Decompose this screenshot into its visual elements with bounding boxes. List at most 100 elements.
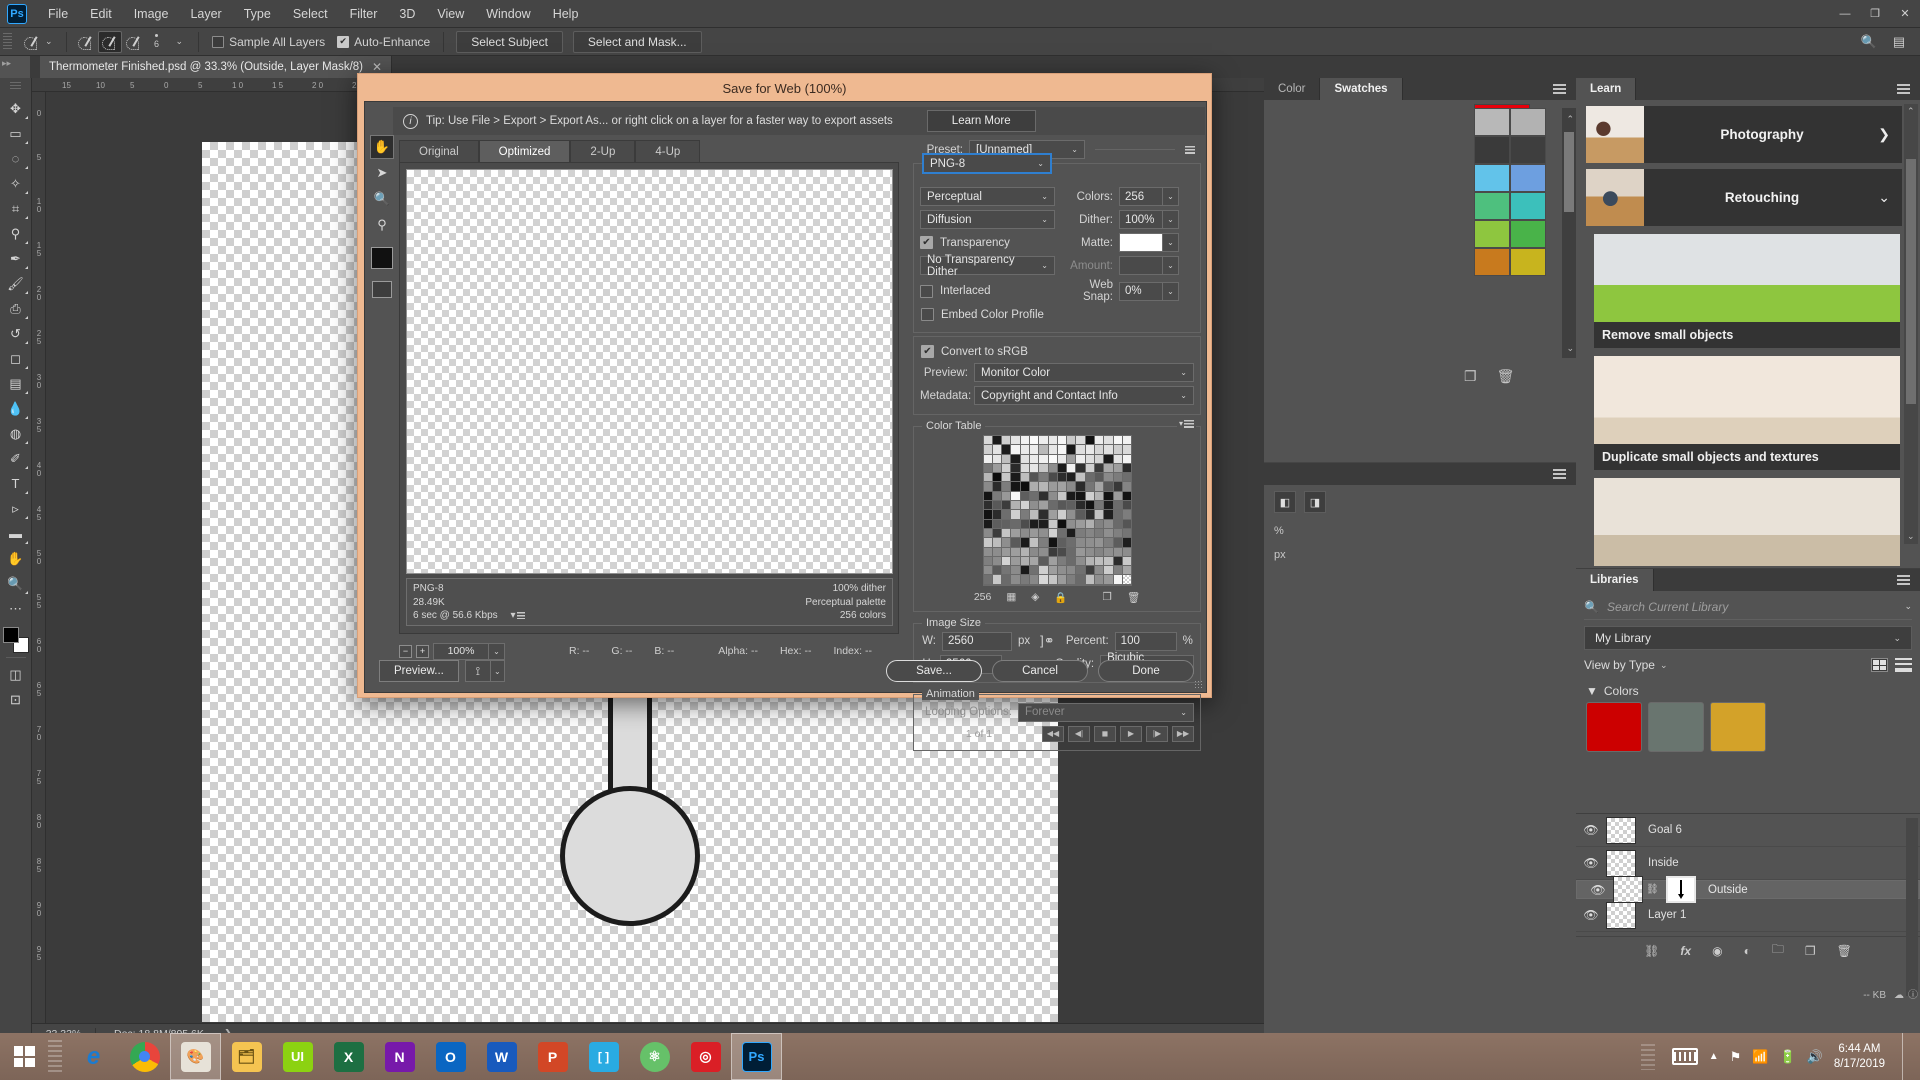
preview-button[interactable]: Preview... xyxy=(379,660,459,682)
battery-icon[interactable]: 🔋 xyxy=(1779,1049,1795,1065)
swatch[interactable] xyxy=(1474,248,1510,276)
toggle-slices-visibility-icon[interactable] xyxy=(372,281,392,298)
color-table-cell[interactable] xyxy=(1113,556,1123,567)
swatch[interactable] xyxy=(1510,108,1546,136)
color-table-cell[interactable] xyxy=(1011,547,1021,557)
taskbar-app-creative-cloud[interactable]: ◎ xyxy=(680,1033,731,1080)
color-table-cell[interactable] xyxy=(992,501,1003,511)
color-table-cell[interactable] xyxy=(1085,556,1096,567)
select-and-mask-button[interactable]: Select and Mask... xyxy=(572,30,702,53)
tab-color[interactable]: Color xyxy=(1264,78,1321,100)
delete-swatch-icon[interactable]: 🗑 xyxy=(1497,368,1515,385)
color-table-cell[interactable] xyxy=(1076,528,1086,539)
swatch[interactable] xyxy=(1474,164,1510,192)
color-table-cell[interactable] xyxy=(1029,436,1040,446)
menu-layer[interactable]: Layer xyxy=(179,3,232,25)
color-table-cell[interactable] xyxy=(1067,528,1077,539)
matte-color-swatch[interactable] xyxy=(1119,233,1163,252)
color-table-cell[interactable] xyxy=(1039,556,1049,567)
type-tool-icon[interactable]: T xyxy=(2,471,30,496)
toolbox-grip[interactable] xyxy=(10,82,21,91)
hand-tool-icon[interactable]: ✋ xyxy=(2,546,30,571)
color-table-cell[interactable] xyxy=(1113,538,1123,548)
path-selection-tool-icon[interactable]: ▹ xyxy=(2,496,30,521)
history-brush-tool-icon[interactable]: ↺ xyxy=(2,321,30,346)
color-table-cell[interactable] xyxy=(1002,482,1012,492)
scroll-up-icon[interactable]: ⌃ xyxy=(1566,114,1574,125)
swatch[interactable] xyxy=(1474,136,1510,164)
color-table-cell[interactable] xyxy=(1104,566,1114,576)
color-table-cell[interactable] xyxy=(1029,491,1040,502)
color-table-cell[interactable] xyxy=(1104,547,1114,557)
color-table-cell[interactable] xyxy=(1020,445,1030,455)
layer-visibility-icon[interactable]: 👁 xyxy=(1576,823,1606,837)
color-table-cell[interactable] xyxy=(1076,547,1086,557)
color-table-cell[interactable] xyxy=(1048,473,1058,483)
table-row[interactable]: 👁 ⛓ Outside xyxy=(1576,876,1920,903)
color-table-cell[interactable] xyxy=(983,556,993,567)
color-table-cell[interactable] xyxy=(1122,575,1133,585)
learn-category-retouching[interactable]: Retouching ⌄ xyxy=(1586,169,1902,226)
color-table-cell[interactable] xyxy=(1067,547,1077,557)
new-selection-button[interactable] xyxy=(74,31,98,53)
color-table-cell[interactable] xyxy=(1039,501,1049,511)
info-icon[interactable]: ⓘ xyxy=(1908,986,1918,1001)
color-table-cell[interactable] xyxy=(1020,547,1030,557)
color-table-cell[interactable] xyxy=(1039,445,1049,455)
color-table-cell[interactable] xyxy=(1113,445,1123,455)
color-table-cell[interactable] xyxy=(983,510,993,520)
color-table-cell[interactable] xyxy=(1113,547,1123,557)
color-table-cell[interactable] xyxy=(1039,491,1049,502)
color-table-cell[interactable] xyxy=(1020,510,1030,520)
color-table-cell[interactable] xyxy=(983,482,993,492)
color-table-grid[interactable] xyxy=(982,435,1133,586)
color-table-cell[interactable] xyxy=(1095,528,1105,539)
search-icon[interactable]: 🔍 xyxy=(1858,32,1880,52)
scroll-down-icon[interactable]: ⌄ xyxy=(1566,343,1574,354)
color-table-cell[interactable] xyxy=(1002,538,1012,548)
add-to-selection-button[interactable] xyxy=(97,30,122,53)
color-table-cell[interactable] xyxy=(1085,501,1096,511)
color-table-cell[interactable] xyxy=(1057,501,1068,511)
new-layer-icon[interactable]: ❐ xyxy=(1805,944,1816,958)
colors-chevron-icon[interactable]: ⌄ xyxy=(1163,187,1179,206)
web-shift-icon[interactable]: ◈ xyxy=(1031,591,1039,603)
color-table-cell[interactable] xyxy=(1029,575,1040,585)
learn-panel-menu-icon[interactable] xyxy=(1887,78,1920,100)
library-selector[interactable]: My Library ⌄ xyxy=(1584,626,1912,650)
swatch[interactable] xyxy=(1510,192,1546,220)
swatch[interactable] xyxy=(1474,192,1510,220)
color-table-cell[interactable] xyxy=(1002,445,1012,455)
tutorial-card[interactable] xyxy=(1594,478,1900,566)
close-icon[interactable]: ✕ xyxy=(1890,1,1920,27)
color-table-cell[interactable] xyxy=(1002,528,1012,539)
color-table-cell[interactable] xyxy=(1002,454,1012,464)
color-table-cell[interactable] xyxy=(1057,556,1068,567)
zoom-level-value[interactable]: 100% xyxy=(433,642,489,660)
layer-thumbnail[interactable] xyxy=(1606,849,1636,877)
color-table-cell[interactable] xyxy=(1095,556,1105,567)
color-table-cell[interactable] xyxy=(983,436,993,446)
new-swatch-icon[interactable]: ❐ xyxy=(1102,591,1111,603)
color-table-cell[interactable] xyxy=(1039,454,1049,464)
color-table-cell[interactable] xyxy=(1029,547,1040,557)
constrain-proportions-icon[interactable]: ]⚭ xyxy=(1040,633,1055,649)
start-button[interactable] xyxy=(0,1033,48,1080)
color-table-cell[interactable] xyxy=(1113,566,1123,576)
color-table-cell[interactable] xyxy=(1113,519,1123,529)
color-table-cell[interactable] xyxy=(1095,575,1105,585)
color-table-cell[interactable] xyxy=(1029,454,1040,464)
color-table-cell[interactable] xyxy=(1076,454,1086,464)
color-reduction-select[interactable]: Perceptual ⌄ xyxy=(920,187,1055,206)
color-table-cell[interactable] xyxy=(1002,501,1012,511)
subtract-from-selection-button[interactable] xyxy=(122,31,146,53)
rectangle-tool-icon[interactable]: ▬ xyxy=(2,521,30,546)
color-table-cell[interactable] xyxy=(1020,538,1030,548)
swatch[interactable] xyxy=(1474,220,1510,248)
color-table-cell[interactable] xyxy=(1020,463,1030,474)
color-table-cell[interactable] xyxy=(983,538,993,548)
color-table-cell[interactable] xyxy=(1002,463,1012,474)
color-table-cell[interactable] xyxy=(1048,463,1058,474)
color-table-cell[interactable] xyxy=(1113,473,1123,483)
color-table-cell[interactable] xyxy=(992,436,1003,446)
